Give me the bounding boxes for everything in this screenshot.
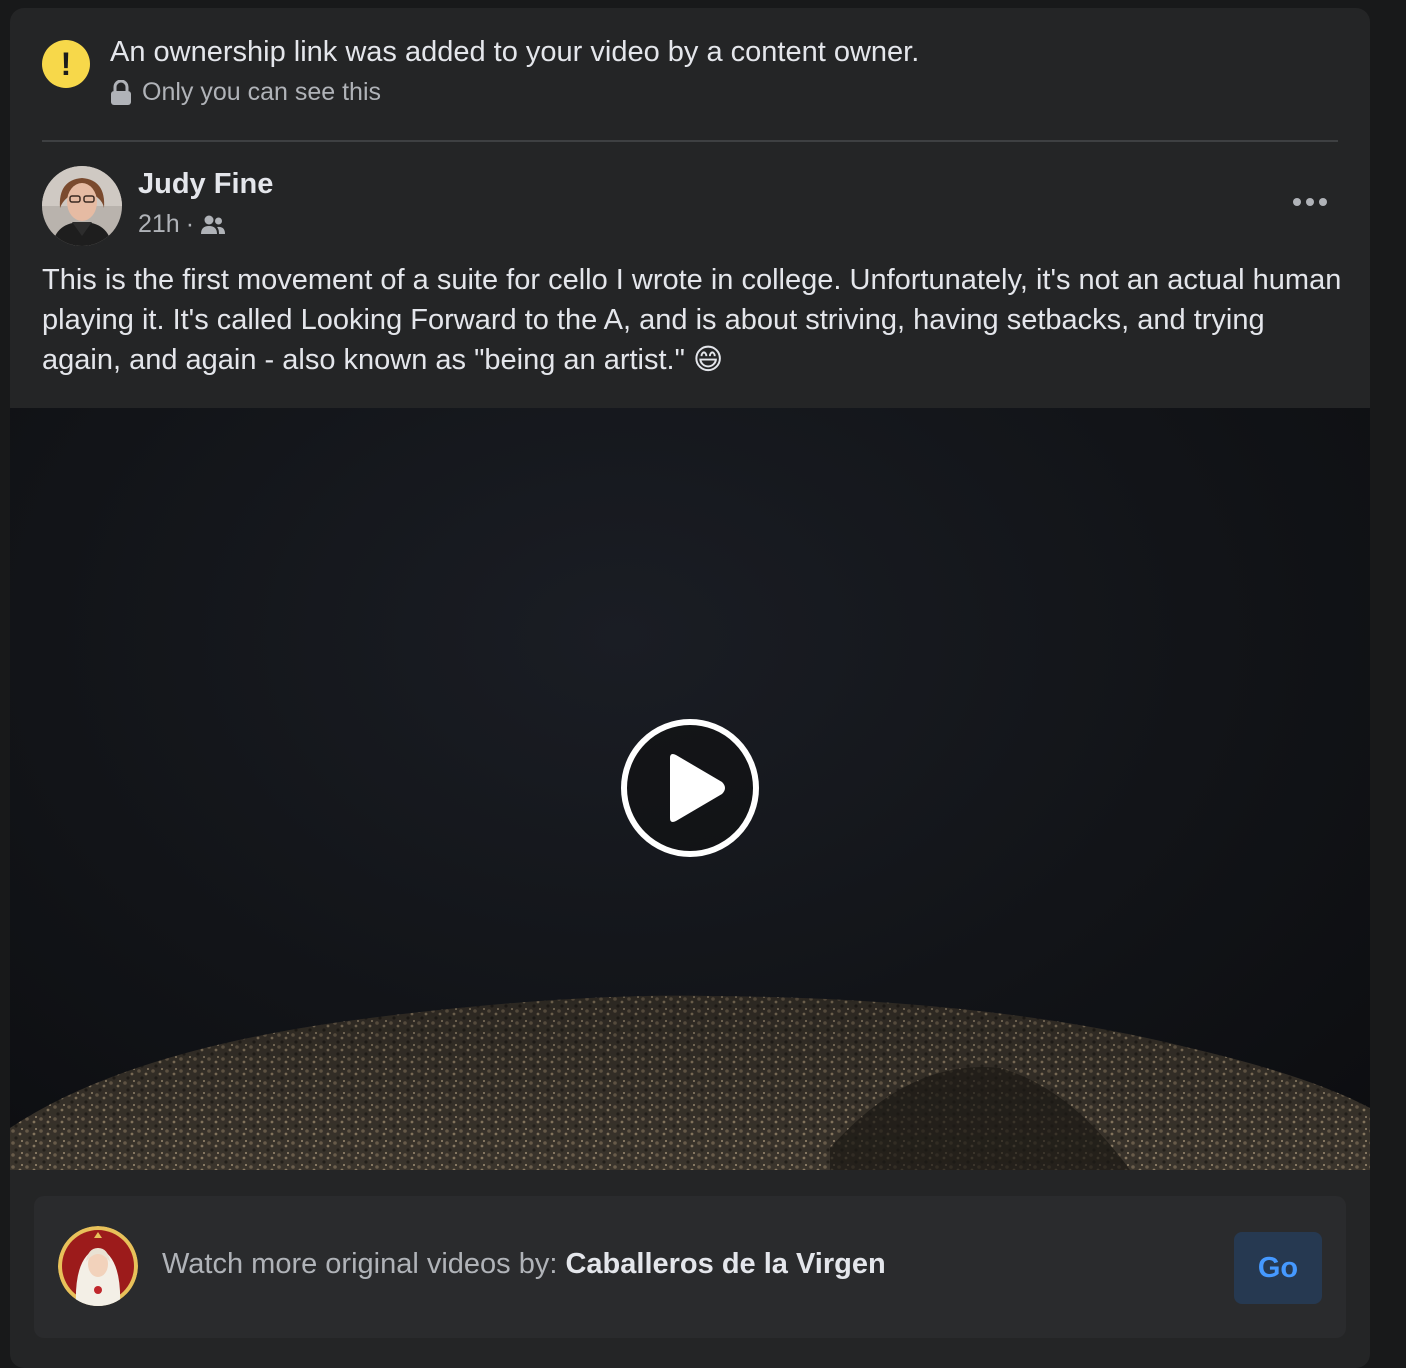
- meta-separator: ·: [185, 210, 195, 238]
- notice-subtitle-text: Only you can see this: [142, 78, 382, 106]
- watch-more-banner: Watch more original videos by: Caballero…: [34, 1196, 1346, 1338]
- lock-icon: [111, 79, 131, 105]
- friends-icon[interactable]: [200, 215, 226, 235]
- warning-icon: !: [42, 40, 90, 88]
- post-time[interactable]: 21h: [138, 210, 180, 239]
- channel-logo: [58, 1226, 138, 1306]
- channel-avatar[interactable]: [58, 1226, 138, 1306]
- ownership-notice: ! An ownership link was added to your vi…: [42, 36, 1338, 142]
- author-photo: [42, 166, 122, 246]
- watch-more-prefix: Watch more original videos by:: [162, 1248, 566, 1280]
- notice-subtitle: Only you can see this: [110, 78, 381, 107]
- author-name[interactable]: Judy Fine: [138, 168, 273, 201]
- post-card: ! An ownership link was added to your vi…: [10, 8, 1370, 1368]
- more-icon: [1293, 198, 1327, 206]
- post-text: This is the first movement of a suite fo…: [42, 264, 1342, 376]
- notice-title: An ownership link was added to your vide…: [110, 36, 920, 68]
- play-icon: [621, 719, 759, 857]
- author-avatar[interactable]: [42, 166, 122, 246]
- go-button[interactable]: Go: [1234, 1232, 1322, 1304]
- watch-more-text: Watch more original videos by: Caballero…: [162, 1248, 886, 1281]
- more-options-button[interactable]: [1286, 184, 1334, 220]
- video-player[interactable]: [10, 408, 1370, 1170]
- play-button[interactable]: [620, 718, 760, 858]
- channel-name[interactable]: Caballeros de la Virgen: [565, 1248, 885, 1280]
- post-meta: 21h ·: [138, 210, 226, 239]
